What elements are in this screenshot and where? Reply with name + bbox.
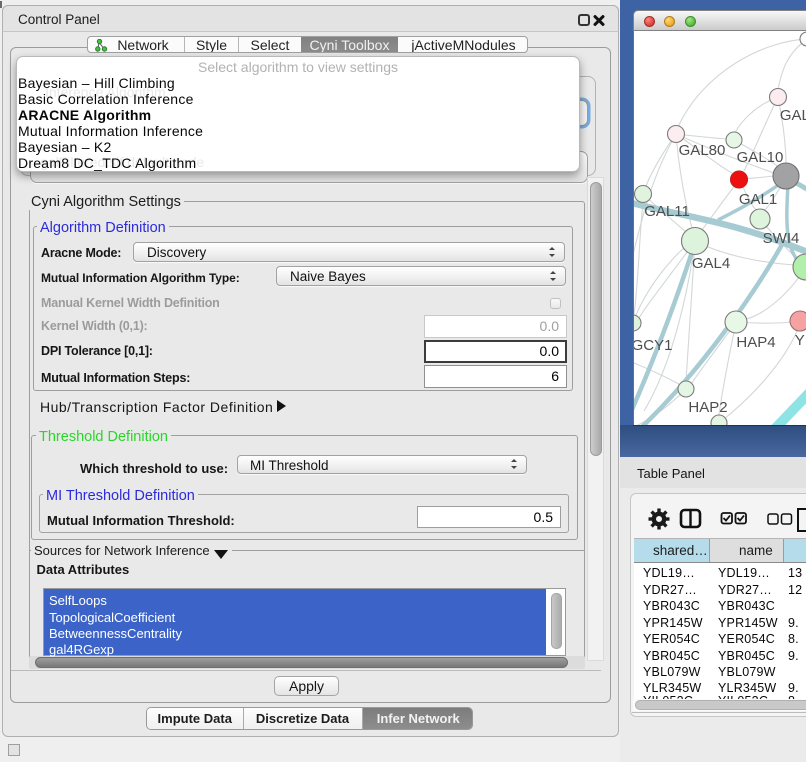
svg-text:GAL11: GAL11: [644, 203, 690, 220]
svg-text:GAL10: GAL10: [737, 149, 784, 166]
svg-text:HAP2: HAP2: [688, 399, 727, 416]
svg-text:GAL4: GAL4: [692, 255, 730, 272]
svg-text:GAL7: GAL7: [780, 107, 806, 124]
svg-text:GCY1: GCY1: [634, 337, 672, 354]
svg-text:SWI4: SWI4: [763, 230, 800, 247]
svg-text:GAL1: GAL1: [739, 191, 777, 208]
svg-text:YIL: YIL: [795, 332, 806, 349]
svg-text:GAL80: GAL80: [679, 142, 726, 159]
svg-text:HAP4: HAP4: [736, 334, 775, 351]
